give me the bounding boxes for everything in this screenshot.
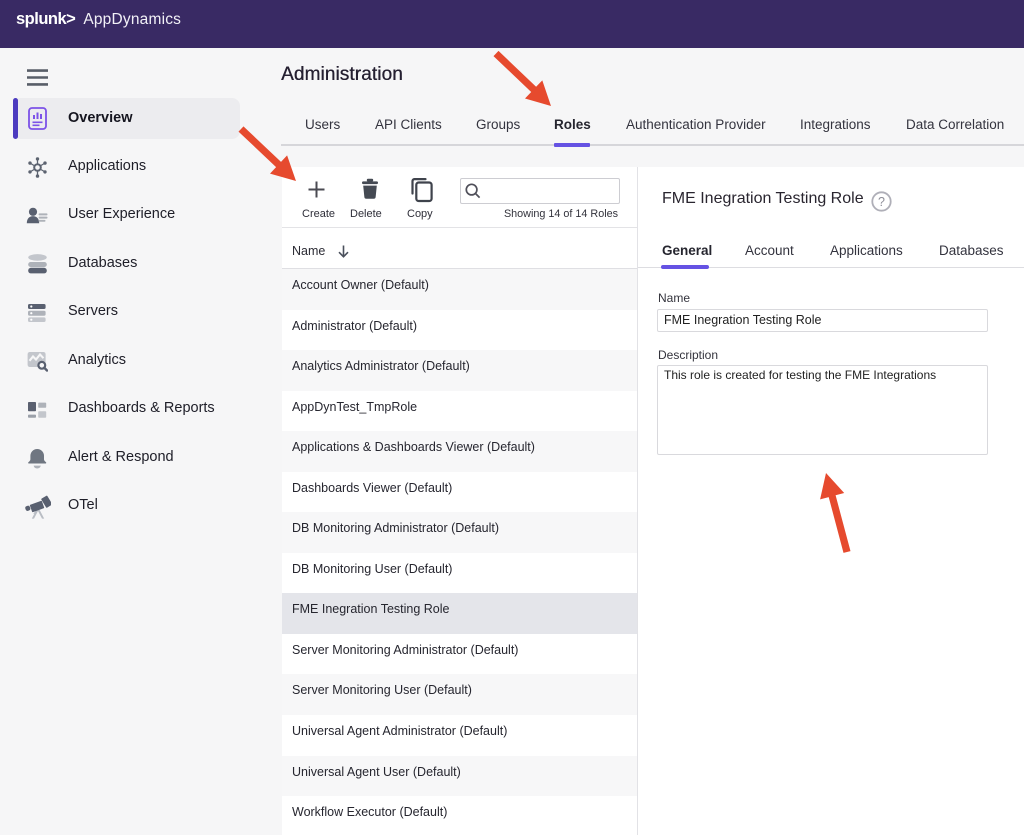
svg-text:?: ? bbox=[878, 195, 885, 209]
